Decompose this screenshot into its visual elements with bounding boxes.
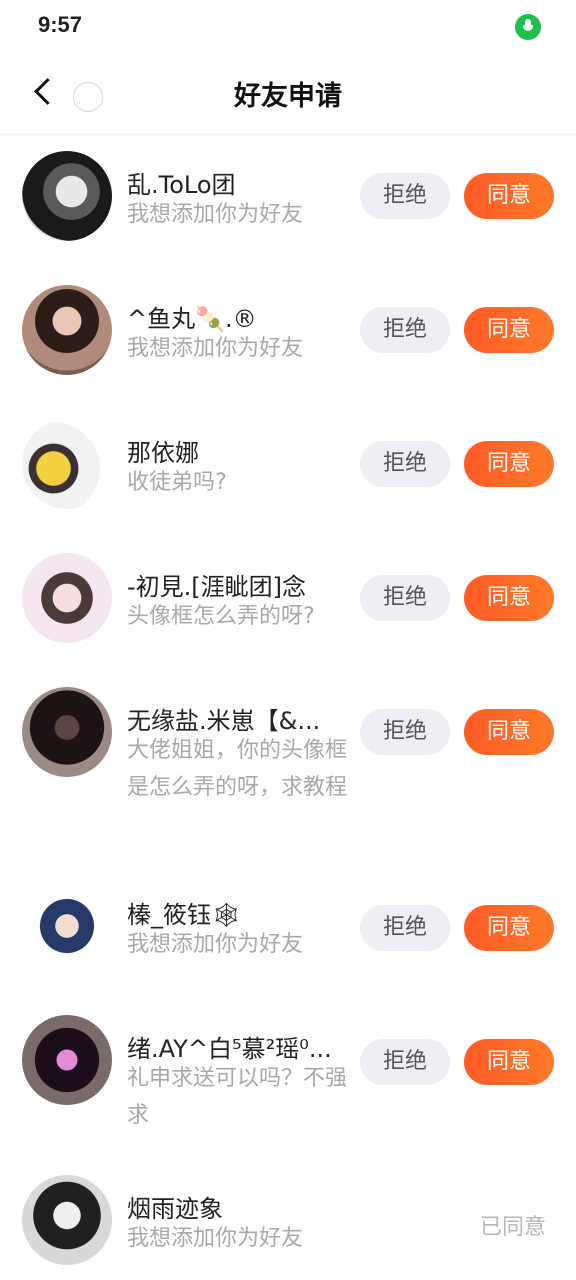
list-item: 那依娜 收徒弟吗? 拒绝 同意 xyxy=(0,403,576,537)
reject-button[interactable]: 拒绝 xyxy=(360,307,450,353)
request-message: 我想添加你为好友 xyxy=(127,202,304,227)
request-message: 礼申求送可以吗？不强求 xyxy=(127,1066,348,1128)
request-name: 绪.AY^白⁵慕²瑶⁰... xyxy=(127,1035,332,1063)
avatar[interactable] xyxy=(22,881,112,971)
avatar[interactable] xyxy=(22,419,112,509)
list-item: 无缘盐.米崽【&... 大佬姐姐，你的头像框是怎么弄的呀，求教程 拒绝 同意 xyxy=(0,671,576,881)
accept-button[interactable]: 同意 xyxy=(464,575,554,621)
request-name: 那依娜 xyxy=(127,439,199,467)
request-message: 大佬姐姐，你的头像框是怎么弄的呀，求教程 xyxy=(127,738,348,800)
status-bar: 9:57 xyxy=(0,0,576,56)
reject-button[interactable]: 拒绝 xyxy=(360,1039,450,1085)
request-message: 收徒弟吗? xyxy=(127,470,227,495)
list-item: 烟雨迹象 我想添加你为好友 已同意 xyxy=(0,1175,576,1280)
request-name: 榛_筱钰🕸 xyxy=(127,901,242,929)
request-name: -初見.[涯眦团]念 xyxy=(127,573,307,601)
request-name: ^鱼丸🍡.® xyxy=(127,305,257,333)
request-message: 我想添加你为好友 xyxy=(127,336,304,361)
nav-bar: 好友申请 xyxy=(0,56,576,135)
request-message: 我想添加你为好友 xyxy=(127,932,304,957)
list-item: 乱.ToLo团 我想添加你为好友 拒绝 同意 xyxy=(0,135,576,269)
reject-button[interactable]: 拒绝 xyxy=(360,173,450,219)
avatar[interactable] xyxy=(22,1175,112,1265)
request-message: 头像框怎么弄的呀? xyxy=(127,604,315,629)
list-item: 榛_筱钰🕸 我想添加你为好友 拒绝 同意 xyxy=(0,881,576,1015)
avatar[interactable] xyxy=(22,687,112,777)
accept-button[interactable]: 同意 xyxy=(464,1039,554,1085)
page-title: 好友申请 xyxy=(234,81,342,112)
list-item: ^鱼丸🍡.® 我想添加你为好友 拒绝 同意 xyxy=(0,269,576,403)
avatar[interactable] xyxy=(22,1015,112,1105)
accept-button[interactable]: 同意 xyxy=(464,173,554,219)
request-name: 乱.ToLo团 xyxy=(127,171,236,199)
avatar[interactable] xyxy=(22,553,112,643)
status-time: 9:57 xyxy=(38,12,83,37)
reject-button[interactable]: 拒绝 xyxy=(360,905,450,951)
avatar[interactable] xyxy=(22,285,112,375)
accepted-label: 已同意 xyxy=(480,1215,547,1240)
accept-button[interactable]: 同意 xyxy=(464,441,554,487)
accept-button[interactable]: 同意 xyxy=(464,307,554,353)
reject-button[interactable]: 拒绝 xyxy=(360,709,450,755)
reject-button[interactable]: 拒绝 xyxy=(360,441,450,487)
reject-button[interactable]: 拒绝 xyxy=(360,575,450,621)
list-item: 绪.AY^白⁵慕²瑶⁰... 礼申求送可以吗？不强求 拒绝 同意 xyxy=(0,1015,576,1175)
list-item: -初見.[涯眦团]念 头像框怎么弄的呀? 拒绝 同意 xyxy=(0,537,576,671)
request-name: 无缘盐.米崽【&... xyxy=(127,707,321,735)
request-name: 烟雨迹象 xyxy=(127,1195,223,1223)
accept-button[interactable]: 同意 xyxy=(464,905,554,951)
request-message: 我想添加你为好友 xyxy=(127,1226,304,1251)
accept-button[interactable]: 同意 xyxy=(464,709,554,755)
microphone-icon xyxy=(515,14,541,40)
avatar[interactable] xyxy=(22,151,112,241)
